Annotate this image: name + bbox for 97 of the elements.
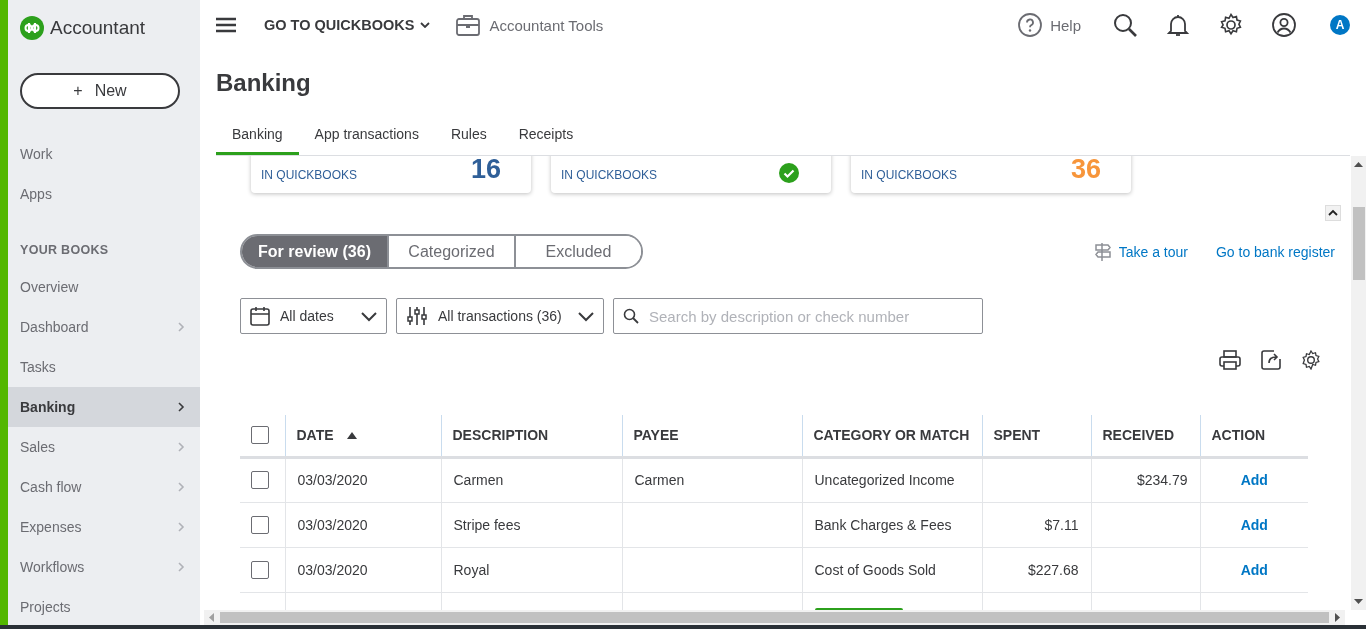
search-icon: [623, 308, 639, 324]
chevron-right-icon: [176, 481, 186, 493]
scrollbar-thumb[interactable]: [220, 612, 1329, 623]
sidebar-item[interactable]: Projects: [8, 587, 200, 627]
column-header: CATEGORY OR MATCH: [802, 415, 982, 457]
table-cell: Royal: [441, 547, 622, 592]
question-icon: [1018, 13, 1043, 37]
account-label: IN QUICKBOOKS: [861, 168, 958, 182]
go-to-quickbooks-menu[interactable]: GO TO QUICKBOOKS: [264, 17, 431, 33]
scroll-down-icon[interactable]: [1354, 599, 1363, 605]
new-button[interactable]: + New: [20, 73, 180, 109]
account-label: IN QUICKBOOKS: [561, 168, 658, 182]
settings-icon[interactable]: [1301, 350, 1321, 370]
chevron-right-icon: [176, 401, 186, 413]
sidebar-item[interactable]: Tasks: [8, 347, 200, 387]
sidebar-item[interactable]: Cash flow: [8, 467, 200, 507]
chevron-right-icon: [176, 561, 186, 573]
logo-icon: [20, 15, 44, 40]
signpost-icon: [1092, 241, 1113, 262]
checkbox[interactable]: [251, 560, 269, 579]
chevron-right-icon: [176, 441, 186, 453]
page-title: Banking: [215, 67, 312, 98]
filter-tab[interactable]: For review (36): [242, 236, 387, 267]
transactions-dropdown[interactable]: All transactions (36): [396, 298, 604, 334]
help-button[interactable]: Help: [1018, 13, 1081, 37]
table-cell: Bank Charges & Fees: [802, 502, 982, 547]
table-cell: Carmen: [441, 457, 622, 502]
logo-text: Accountant: [50, 16, 146, 39]
sidebar-item[interactable]: Expenses: [8, 507, 200, 547]
scroll-up-icon[interactable]: [1354, 161, 1363, 167]
chevron-down-icon: [577, 310, 595, 322]
sidebar-item[interactable]: Dashboard: [8, 307, 200, 347]
checkbox[interactable]: [251, 515, 269, 534]
table-cell: Stripe fees: [441, 502, 622, 547]
table-cell: Uncategorized Income: [802, 457, 982, 502]
user-icon[interactable]: [1272, 13, 1296, 37]
sidebar-item[interactable]: Banking: [8, 387, 200, 427]
vertical-scrollbar[interactable]: [1351, 156, 1366, 610]
filter-tab[interactable]: Excluded: [514, 236, 641, 267]
review-count: 16: [470, 156, 501, 184]
section-heading: YOUR BOOKS: [19, 242, 110, 259]
table-cell: $234.79: [1091, 457, 1200, 502]
avatar[interactable]: A: [1330, 15, 1350, 35]
export-icon[interactable]: [1261, 350, 1281, 370]
check-circle-icon: [779, 163, 799, 183]
add-link[interactable]: Add: [1240, 472, 1268, 488]
column-header: RECEIVED: [1091, 415, 1200, 457]
print-icon[interactable]: [1219, 350, 1241, 370]
chevron-right-icon: [176, 321, 186, 333]
settings-icon[interactable]: [1219, 13, 1243, 37]
search-icon[interactable]: [1113, 13, 1137, 37]
sidebar-item[interactable]: Apps: [8, 174, 200, 214]
scroll-right-icon[interactable]: [1335, 613, 1341, 622]
sidebar-item[interactable]: Workflows: [8, 547, 200, 587]
table-cell: 03/03/2020: [285, 457, 441, 502]
take-a-tour-link[interactable]: Take a tour: [1118, 243, 1188, 260]
chevron-right-icon: [176, 521, 186, 533]
column-header: ACTION: [1200, 415, 1308, 457]
calendar-icon: [250, 306, 270, 326]
account-card[interactable]: IN QUICKBOOKS 16: [251, 156, 531, 193]
checkbox[interactable]: [251, 471, 269, 489]
table-cell: $227.68: [982, 547, 1091, 592]
briefcase-icon: [456, 14, 481, 36]
account-label: IN QUICKBOOKS: [261, 168, 358, 182]
menu-icon[interactable]: [216, 17, 236, 33]
accountant-tools-button[interactable]: Accountant Tools: [456, 14, 604, 36]
add-link[interactable]: Add: [1240, 516, 1268, 533]
table-cell: $7.11: [982, 502, 1091, 547]
table-cell: 03/03/2020: [285, 547, 441, 592]
chevron-down-icon: [360, 310, 378, 322]
account-card[interactable]: IN QUICKBOOKS 36: [851, 156, 1131, 193]
tab[interactable]: App transactions: [298, 115, 435, 155]
column-header: SPENT: [982, 415, 1091, 457]
checkbox[interactable]: [251, 426, 269, 445]
table-cell: Cost of Goods Sold: [802, 547, 982, 592]
sidebar-item[interactable]: Overview: [8, 267, 200, 307]
horizontal-scrollbar[interactable]: [204, 610, 1345, 625]
tab[interactable]: Rules: [434, 115, 503, 155]
column-header: PAYEE: [622, 415, 802, 457]
tab[interactable]: Receipts: [502, 115, 590, 155]
add-link[interactable]: Add: [1240, 561, 1268, 578]
bell-icon[interactable]: [1166, 13, 1190, 37]
review-count: 36: [1070, 156, 1101, 184]
table-cell: Carmen: [622, 457, 802, 502]
date-dropdown[interactable]: All dates: [240, 298, 387, 334]
column-header: DESCRIPTION: [441, 415, 622, 457]
collapse-caret-icon[interactable]: [1325, 205, 1341, 221]
sidebar-item[interactable]: Work: [8, 134, 200, 174]
bank-register-link[interactable]: Go to bank register: [1215, 243, 1335, 260]
sliders-icon: [406, 306, 428, 326]
search-field[interactable]: Search by description or check number: [613, 298, 983, 334]
account-card[interactable]: IN QUICKBOOKS: [551, 156, 831, 193]
table-cell: 03/03/2020: [285, 502, 441, 547]
column-header[interactable]: DATE: [296, 427, 334, 444]
sidebar-item[interactable]: Sales: [8, 427, 200, 467]
caret-icon: [420, 22, 431, 28]
scrollbar-thumb[interactable]: [1352, 207, 1365, 280]
